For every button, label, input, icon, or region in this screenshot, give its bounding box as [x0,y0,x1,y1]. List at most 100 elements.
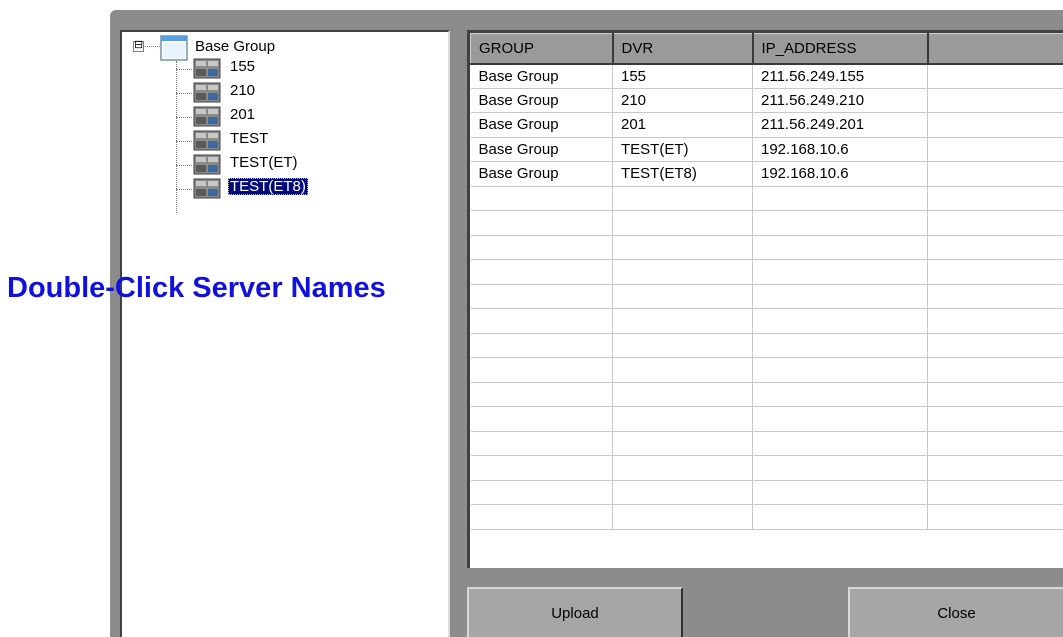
table-cell [612,235,753,260]
table-cell [752,504,928,530]
table-cell: Base Group [470,137,613,162]
table-row-empty[interactable] [470,210,1063,236]
dvr-server-icon [192,56,222,80]
table-cell [470,357,613,383]
folder-icon [160,35,188,61]
table-row[interactable]: Base Group TEST(ET) 192.168.10.6 [470,137,1063,162]
table-cell [927,504,1063,530]
table-cell [470,308,613,334]
table-row-empty[interactable] [470,357,1063,383]
table-row-empty[interactable] [470,259,1063,285]
table-cell [470,455,613,481]
tree-node-label[interactable]: TEST [228,130,270,147]
table-cell [927,88,1063,113]
tree-node-155[interactable]: 155 [192,56,342,80]
table-cell [752,308,928,334]
table-cell [470,284,613,309]
table-cell [927,137,1063,162]
table-cell [612,308,753,334]
table-cell [612,210,753,236]
table-cell [752,480,928,505]
close-button[interactable]: Close [848,587,1063,637]
table-cell [470,431,613,456]
table-cell [470,406,613,432]
table-cell: 155 [612,63,753,89]
tree-node-210[interactable]: 210 [192,80,342,104]
table-row-empty[interactable] [470,284,1063,309]
tree-node-test[interactable]: TEST [192,128,342,152]
table-cell: 192.168.10.6 [752,137,928,162]
column-header[interactable] [927,33,1063,65]
upload-button[interactable]: Upload [467,587,683,637]
table-cell [612,480,753,505]
table-cell [927,406,1063,432]
table-cell [612,357,753,383]
table-cell: Base Group [470,63,613,89]
table-cell [612,284,753,309]
table-row-empty[interactable] [470,382,1063,407]
table-cell [470,210,613,236]
table-row-empty[interactable] [470,308,1063,334]
table-row-empty[interactable] [470,480,1063,505]
table-cell [612,382,753,407]
tree-connector [176,165,192,166]
table-row-empty[interactable] [470,406,1063,432]
table-row-empty[interactable] [470,186,1063,211]
table-cell: Base Group [470,161,613,187]
column-header[interactable]: GROUP [470,33,614,65]
table-cell [927,259,1063,285]
tree-node-201[interactable]: 201 [192,104,342,128]
table-cell [612,504,753,530]
table-cell [612,259,753,285]
tree-node-test-et8[interactable]: TEST(ET8) [192,176,342,200]
table-cell: Base Group [470,88,613,113]
dvr-table: GROUP DVR IP_ADDRESS Base Group 155 211.56.2… [470,33,1063,530]
table-cell: Base Group [470,112,613,138]
table-cell [752,455,928,481]
table-cell: 211.56.249.210 [752,88,928,113]
table-row-empty[interactable] [470,455,1063,481]
table-cell [612,186,753,211]
table-cell [927,63,1063,89]
tree-connector [176,141,192,142]
column-header[interactable]: DVR [612,33,754,65]
table-cell [752,406,928,432]
tree-node-label[interactable]: 210 [228,82,257,99]
table-cell [470,382,613,407]
column-header[interactable]: IP_ADDRESS [752,33,929,65]
table-row[interactable]: Base Group 210 211.56.249.210 [470,88,1063,113]
dvr-list-grid[interactable]: GROUP DVR IP_ADDRESS Base Group 155 211.56.2… [467,30,1063,568]
table-cell [927,112,1063,138]
table-cell: 211.56.249.155 [752,63,928,89]
collapse-toggle-icon[interactable]: ⊟ [133,41,144,52]
tree-node-label[interactable]: TEST(ET8) [228,178,308,195]
table-cell [470,186,613,211]
table-cell [752,333,928,358]
table-cell [470,333,613,358]
table-row[interactable]: Base Group 201 211.56.249.201 [470,112,1063,138]
table-row-empty[interactable] [470,333,1063,358]
table-cell [927,357,1063,383]
instruction-annotation: Double-Click Server Names [7,272,386,304]
table-row-empty[interactable] [470,504,1063,530]
table-cell [927,210,1063,236]
tree-node-test-et[interactable]: TEST(ET) [192,152,342,176]
tree-connector [176,117,192,118]
table-cell: 210 [612,88,753,113]
table-cell [612,333,753,358]
table-row[interactable]: Base Group TEST(ET8) 192.168.10.6 [470,161,1063,187]
table-cell [752,259,928,285]
table-header-row: GROUP DVR IP_ADDRESS [470,33,1063,65]
table-row-empty[interactable] [470,431,1063,456]
tree-node-label[interactable]: 155 [228,58,257,75]
dvr-server-icon [192,152,222,176]
table-row[interactable]: Base Group 155 211.56.249.155 [470,63,1063,89]
tree-root-label[interactable]: Base Group [195,38,275,55]
table-row-empty[interactable] [470,235,1063,260]
table-cell [927,480,1063,505]
tree-node-label[interactable]: 201 [228,106,257,123]
table-cell [752,382,928,407]
table-cell: 192.168.10.6 [752,161,928,187]
tree-node-label[interactable]: TEST(ET) [228,154,300,171]
table-cell [927,308,1063,334]
